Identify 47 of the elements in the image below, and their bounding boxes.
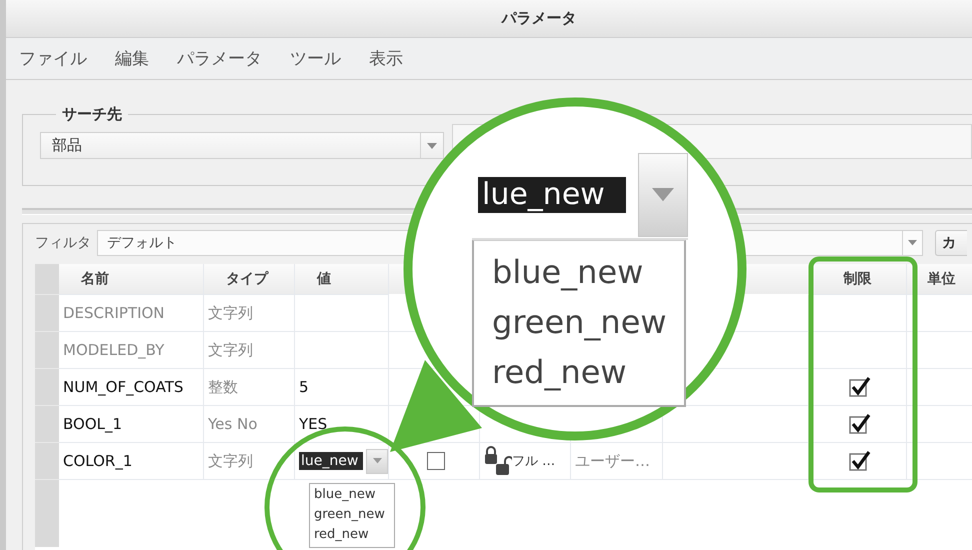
dropdown-arrow-icon xyxy=(652,188,674,202)
row-header xyxy=(35,406,59,443)
column-header[interactable]: 名前 xyxy=(59,264,204,295)
checkbox[interactable] xyxy=(427,452,445,470)
dropdown-arrow-icon xyxy=(372,458,382,464)
window-title: パラメータ xyxy=(502,9,576,28)
row-header xyxy=(35,369,59,406)
table-cell: 文字列 xyxy=(204,332,295,369)
access-text: フル … xyxy=(512,453,556,470)
checked-checkbox[interactable] xyxy=(848,413,870,435)
menu-item[interactable]: パラメータ xyxy=(170,45,269,72)
menu-item[interactable]: ファイル xyxy=(12,45,94,72)
row-header xyxy=(35,332,59,369)
table-cell: 文字列 xyxy=(204,295,295,332)
dropdown-option[interactable]: green_new xyxy=(314,505,394,525)
magnified-option: blue_new xyxy=(492,247,684,297)
dropdown-option[interactable]: blue_new xyxy=(314,485,394,505)
menu-item[interactable]: ツール xyxy=(283,45,348,72)
toolbar-button[interactable]: カ xyxy=(935,230,967,256)
table-cell: MODELED_BY xyxy=(59,332,204,369)
column-header[interactable]: タイプ xyxy=(204,264,295,295)
dropdown-arrow-icon xyxy=(427,142,437,148)
column-header[interactable]: 値 xyxy=(295,264,389,295)
lock-icon xyxy=(484,446,512,476)
dropdown-arrow-icon xyxy=(908,240,917,246)
table-cell: NUM_OF_COATS xyxy=(59,369,204,406)
magnified-option: red_new xyxy=(492,347,684,397)
dropdown-option[interactable]: red_new xyxy=(314,525,394,545)
value-dropdown[interactable]: lue_new xyxy=(299,448,388,474)
dropdown-list[interactable]: blue_new green_new red_new xyxy=(309,483,395,548)
table-cell: DESCRIPTION xyxy=(59,295,204,332)
magnified-option: green_new xyxy=(492,297,684,347)
table-cell: 5 xyxy=(295,369,389,406)
row-header xyxy=(35,295,59,332)
menu-item[interactable]: 表示 xyxy=(362,45,410,72)
filter-label: フィルタ xyxy=(35,234,91,252)
checked-checkbox[interactable] xyxy=(848,376,870,398)
group-title: サーチ先 xyxy=(61,105,123,124)
row-header xyxy=(35,264,59,295)
scope-dropdown[interactable]: 部品 xyxy=(40,132,444,159)
table-cell: Yes No xyxy=(204,406,295,443)
table-cell: YES xyxy=(295,406,389,443)
table-cell: 整数 xyxy=(204,369,295,406)
menu-item[interactable]: 編集 xyxy=(108,45,156,72)
row-header xyxy=(35,443,59,480)
checked-checkbox[interactable] xyxy=(848,450,870,472)
table-cell: BOOL_1 xyxy=(59,406,204,443)
